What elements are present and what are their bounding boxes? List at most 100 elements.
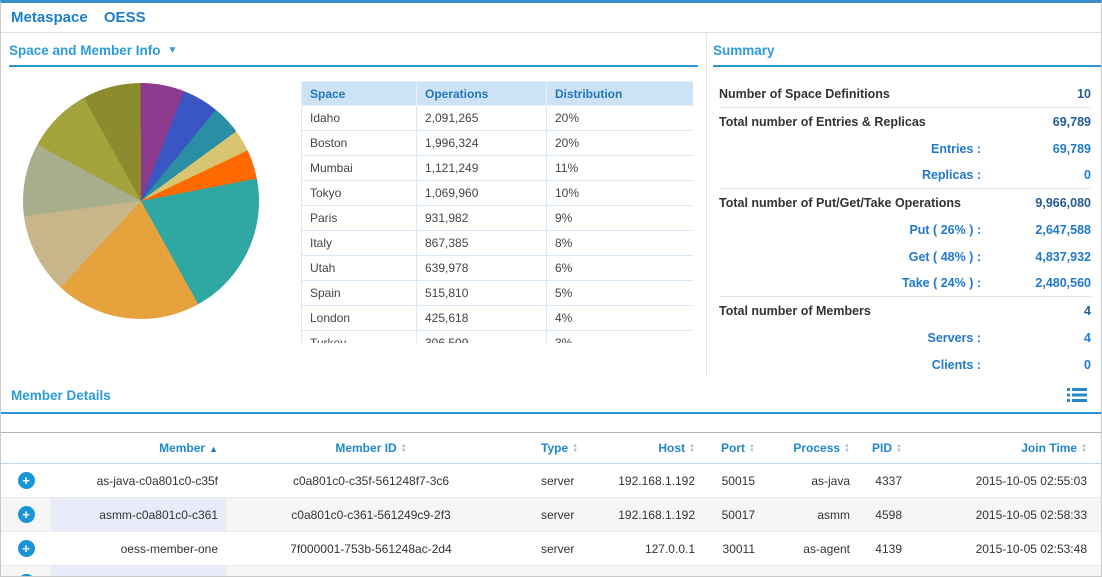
col-header-type[interactable]: Type ▲▼ [516,433,591,464]
member-table-header-row: Member▲ Member ID▲▼ Type ▲▼ Host ▲▼ Port▲▼ [1,433,1102,464]
summary-label: Total number of Entries & Replicas [719,115,981,129]
space-distribution: 6% [547,256,694,281]
member-host-cell: 127.0.0.1 [591,532,701,566]
summary-value: 10 [981,87,1091,101]
sort-icon: ▲▼ [689,444,695,454]
member-details-header: Member Details [1,381,1101,414]
summary-row: Total number of Entries & Replicas 69,78… [719,108,1091,135]
col-label: Join Time [1021,441,1077,455]
col-header-operations: Operations [417,82,547,106]
member-join-time-cell: 2015-10-05 02:58:33 [906,498,1102,532]
member-type-cell: server [516,532,591,566]
member-name-cell: asmm-c0a801c0-c361 [51,498,226,532]
summary-row: Take ( 24% ) : 2,480,560 [719,270,1091,297]
col-label: Host [658,441,685,455]
space-distribution: 3% [547,331,694,344]
col-header-process[interactable]: Process▲▼ [761,433,856,464]
space-name: Utah [302,256,417,281]
member-join-time-cell: 2015-10-05 02:53:51 [906,566,1102,577]
member-type-cell: server [516,498,591,532]
section-title: Member Details [11,388,111,403]
space-operations: 867,385 [417,231,547,256]
space-operations: 2,091,265 [417,106,547,131]
member-row[interactable]: + as-java-c0a801c0-c35f c0a801c0-c35f-56… [1,464,1102,498]
summary-row: Clients : 0 [719,351,1091,378]
expand-row-button[interactable]: + [18,472,35,489]
summary-label: Total number of Put/Get/Take Operations [719,196,981,210]
sort-icon: ▲▼ [844,444,850,454]
summary-value: 2,480,560 [981,276,1091,290]
summary-row: Number of Space Definitions 10 [719,81,1091,108]
member-process-cell: as-java [761,464,856,498]
summary-value: 0 [981,358,1091,372]
space-distribution: 20% [547,131,694,156]
space-operations: 639,978 [417,256,547,281]
space-operations: 1,069,960 [417,181,547,206]
member-id-cell: 7f000001-753c-561248af-27f [226,566,516,577]
member-process-cell: as-agent [761,532,856,566]
member-id-cell: c0a801c0-c361-561249c9-2f3 [226,498,516,532]
member-port-cell: 50015 [701,464,761,498]
col-header-space: Space [302,82,417,106]
summary-value: 4 [981,331,1091,345]
space-name: Mumbai [302,156,417,181]
sort-icon: ▲▼ [749,444,755,454]
member-host-cell: 127.0.0.1 [591,566,701,577]
space-name: Tokyo [302,181,417,206]
member-name-cell: oess-member-one [51,532,226,566]
chevron-down-icon[interactable]: ▼ [168,45,178,56]
member-type-cell: server [516,464,591,498]
space-operations: 931,982 [417,206,547,231]
col-header-pid[interactable]: PID▲▼ [856,433,906,464]
col-header-member[interactable]: Member▲ [51,433,226,464]
space-name: Idaho [302,106,417,131]
member-port-cell: 50017 [701,498,761,532]
sort-icon: ▲▼ [572,444,578,454]
sort-asc-icon: ▲ [209,444,218,454]
expand-row-button[interactable]: + [18,540,35,557]
summary-value: 4 [981,304,1091,318]
summary-rows: Number of Space Definitions 10 Total num… [707,67,1101,378]
col-header-distribution: Distribution [547,82,694,106]
summary-value: 9,966,080 [981,196,1091,210]
space-operations: 1,996,324 [417,131,547,156]
space-name: Turkey [302,331,417,344]
member-row[interactable]: + asmm-c0a801c0-c361 c0a801c0-c361-56124… [1,498,1102,532]
space-row: Tokyo 1,069,960 10% [302,181,694,206]
space-name: London [302,306,417,331]
col-header-join-time[interactable]: Join Time▲▼ [906,433,1102,464]
member-row[interactable]: + oess-member-one 7f000001-753b-561248ac… [1,532,1102,566]
col-header-member-id[interactable]: Member ID▲▼ [226,433,516,464]
member-host-cell: 192.168.1.192 [591,498,701,532]
member-port-cell: 30011 [701,532,761,566]
space-operations: 306,509 [417,331,547,344]
section-title: Summary [713,43,775,58]
member-table: Member▲ Member ID▲▼ Type ▲▼ Host ▲▼ Port▲▼ [1,432,1102,577]
metaspace-dashboard: Metaspace OESS Space and Member Info ▼ S… [0,0,1102,577]
col-label: Type [541,441,568,455]
space-member-info-header[interactable]: Space and Member Info ▼ [9,43,698,67]
col-header-port[interactable]: Port▲▼ [701,433,761,464]
member-row[interactable]: + oess-member-two 7f000001-753c-561248af… [1,566,1102,577]
space-member-info-panel: Space and Member Info ▼ Space Operations… [1,33,707,377]
pie-chart [23,83,259,319]
summary-label: Number of Space Definitions [719,87,981,101]
summary-value: 69,789 [981,115,1091,129]
space-row: Italy 867,385 8% [302,231,694,256]
summary-label: Servers : [719,331,981,345]
summary-label: Entries : [719,142,981,156]
col-header-host[interactable]: Host ▲▼ [591,433,701,464]
summary-value: 2,647,588 [981,223,1091,237]
space-table-container: Space Operations Distribution Idaho 2,09… [301,81,693,343]
member-details-section: Member Details Member▲ Member ID▲▼ [1,377,1101,577]
expand-row-button[interactable]: + [18,506,35,523]
summary-label: Clients : [719,358,981,372]
summary-label: Take ( 24% ) : [719,276,981,290]
member-id-cell: c0a801c0-c35f-561248f7-3c6 [226,464,516,498]
col-label: PID [872,441,892,455]
list-icon[interactable] [1067,387,1087,403]
space-operations: 425,618 [417,306,547,331]
member-pid-cell: 4139 [856,532,906,566]
summary-panel: Summary Number of Space Definitions 10 T… [707,33,1101,377]
space-distribution: 10% [547,181,694,206]
